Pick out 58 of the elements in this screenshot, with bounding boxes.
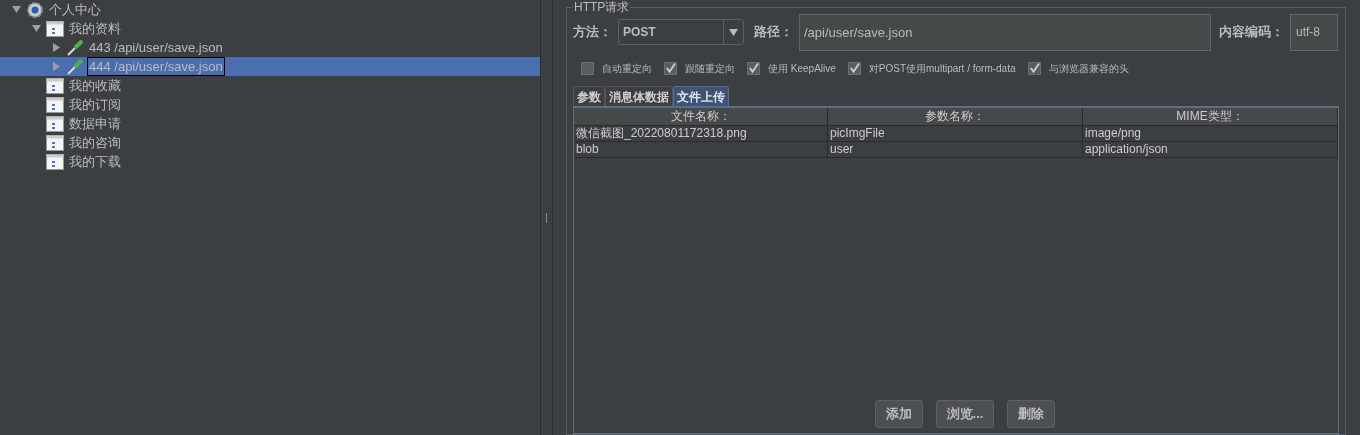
encoding-field[interactable]: utf-8: [1290, 13, 1338, 51]
table-cell: application/json: [1083, 142, 1338, 157]
method-dropdown[interactable]: POST: [618, 19, 744, 45]
tree-item[interactable]: 我的咨询: [67, 133, 123, 152]
tree-item[interactable]: 我的下载: [67, 152, 123, 171]
method-label: 方法：: [573, 23, 612, 42]
path-field[interactable]: /api/user/save.json: [799, 13, 1211, 51]
caret-icon: [729, 28, 738, 36]
page-icon: [46, 115, 64, 132]
option-label: 与浏览器兼容的头: [1048, 61, 1129, 76]
check-icon: [1028, 62, 1040, 74]
column-header[interactable]: 文件名称：: [574, 108, 828, 125]
tree-item[interactable]: 443 /api/user/save.json: [87, 38, 225, 57]
table-cell: 微信截图_20220801172318.png: [574, 126, 828, 141]
tab[interactable]: 消息体数据: [605, 86, 673, 106]
tree-item[interactable]: 我的收藏: [67, 76, 123, 95]
checkbox[interactable]: [1027, 61, 1041, 75]
tree-item[interactable]: 我的订阅: [67, 95, 123, 114]
column-header[interactable]: MIME类型：: [1083, 108, 1338, 125]
checkbox[interactable]: [747, 61, 760, 75]
option-label: 跟随重定向: [685, 61, 735, 76]
option-label: 使用 KeepAlive: [768, 61, 836, 76]
page-icon: [46, 96, 64, 113]
action-button[interactable]: 浏览...: [935, 400, 995, 428]
column-header[interactable]: 参数名称：: [828, 108, 1083, 125]
checkbox[interactable]: [847, 61, 861, 75]
pipette-icon: [66, 38, 84, 57]
tree-item[interactable]: 数据申请: [67, 114, 123, 133]
check-icon: [665, 62, 676, 74]
check-icon: [748, 62, 759, 74]
tree-item[interactable]: 个人中心: [47, 0, 103, 19]
tab[interactable]: 文件上传: [673, 86, 729, 106]
path-label: 路径：: [754, 23, 793, 42]
option-label: 对POST使用multipart / form-data: [868, 61, 1016, 76]
table-cell: picImgFile: [828, 126, 1083, 141]
table-cell: image/png: [1083, 126, 1338, 141]
page-icon: [46, 77, 64, 94]
table-cell: user: [828, 142, 1083, 157]
expanded-icon[interactable]: [32, 24, 41, 33]
check-icon: [848, 62, 860, 74]
gear-icon: [26, 0, 44, 19]
tree-item[interactable]: 我的资料: [67, 19, 123, 38]
encoding-label: 内容编码：: [1219, 23, 1284, 42]
page-icon: [46, 20, 64, 37]
checkbox[interactable]: [664, 61, 677, 75]
action-button[interactable]: 添加: [874, 400, 923, 428]
tab[interactable]: 参数: [573, 86, 605, 106]
expanded-icon[interactable]: [12, 5, 21, 14]
splitter-handle-icon[interactable]: [545, 212, 548, 223]
page-icon: [46, 153, 64, 170]
action-button[interactable]: 删除: [1007, 400, 1056, 428]
group-title: HTTP请求: [573, 1, 631, 14]
table-cell: blob: [574, 142, 828, 157]
page-icon: [46, 134, 64, 151]
checkbox[interactable]: [581, 61, 594, 75]
pipette-icon: [66, 57, 84, 76]
option-label: 自动重定向: [602, 61, 652, 76]
collapsed-icon[interactable]: [52, 43, 61, 52]
